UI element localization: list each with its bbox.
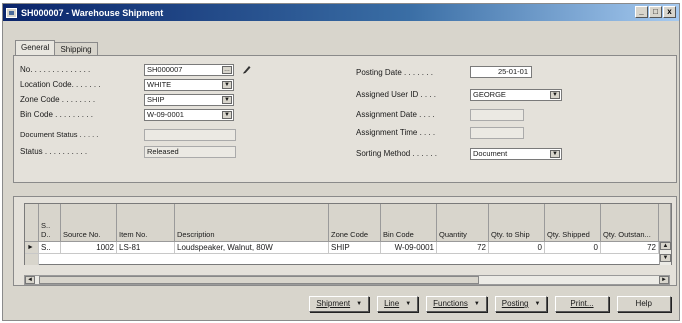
bin-code-field[interactable]: W-09-0001 ▼ [144, 109, 234, 121]
cell-qty-to-ship[interactable]: 0 [489, 242, 545, 254]
dropdown-arrow-icon: ▼ [356, 301, 363, 307]
posting-menu-button[interactable]: Posting ▼ [494, 296, 548, 312]
window-title: SH000007 - Warehouse Shipment [21, 7, 164, 18]
sorting-method-field[interactable]: Document ▼ [470, 148, 562, 160]
status-value: Released [147, 147, 179, 156]
window-app-icon [6, 7, 17, 18]
no-value: SH000007 [147, 65, 183, 74]
column-header-qty-shipped[interactable]: Qty. Shipped [545, 204, 601, 242]
cell-bin-code[interactable]: W-09-0001 [381, 242, 437, 254]
help-button-label: Help [635, 299, 652, 308]
sorting-method-label: Sorting Method . . . . . . [356, 149, 437, 158]
print-button[interactable]: Print... [555, 296, 609, 312]
empty-row-selector[interactable] [25, 254, 39, 265]
column-header-source-no[interactable]: Source No. [61, 204, 117, 242]
zone-code-field[interactable]: SHIP ▼ [144, 94, 234, 106]
cell-quantity[interactable]: 72 [437, 242, 489, 254]
minimize-button[interactable]: _ [635, 6, 648, 18]
zone-code-value: SHIP [147, 95, 165, 104]
assignment-date-label: Assignment Date . . . . [356, 110, 435, 119]
vertical-scrollbar[interactable]: ▲ ▼ [659, 242, 671, 265]
document-status-label: Document Status . . . . . [20, 130, 99, 139]
column-header-bin-code[interactable]: Bin Code [381, 204, 437, 242]
no-field[interactable]: SH000007 … [144, 64, 234, 76]
line-button-label: Line [384, 299, 400, 308]
dropdown-arrow-icon[interactable]: ▼ [222, 81, 232, 89]
functions-button-label: Functions [433, 299, 468, 308]
assignment-time-label: Assignment Time . . . . [356, 128, 436, 137]
cell-item-no[interactable]: LS-81 [117, 242, 175, 254]
assignment-date-field [470, 109, 524, 121]
cell-qty-shipped[interactable]: 0 [545, 242, 601, 254]
posting-button-label: Posting [501, 299, 529, 308]
lines-grid[interactable]: S.. D.. Source No. Item No. Description … [24, 203, 672, 265]
column-header-source-document[interactable]: S.. D.. [39, 204, 61, 242]
assigned-user-id-value: GEORGE [473, 90, 506, 99]
column-header-quantity[interactable]: Quantity [437, 204, 489, 242]
column-header-zone-code[interactable]: Zone Code [329, 204, 381, 242]
maximize-button[interactable]: □ [649, 6, 662, 18]
line-menu-button[interactable]: Line ▼ [377, 296, 419, 312]
posting-date-value: 25-01-01 [497, 67, 528, 76]
posting-date-field[interactable]: 25-01-01 [470, 66, 532, 78]
location-code-label: Location Code. . . . . . . [20, 80, 101, 89]
zone-code-label: Zone Code . . . . . . . . [20, 95, 96, 104]
bin-code-value: W-09-0001 [147, 110, 184, 119]
assigned-user-id-field[interactable]: GEORGE ▼ [470, 89, 562, 101]
action-button-bar: Shipment ▼ Line ▼ Functions ▼ Posting ▼ … [309, 296, 671, 312]
cell-zone-code[interactable]: SHIP [329, 242, 381, 254]
general-panel: No. . . . . . . . . . . . . . SH000007 …… [13, 55, 677, 183]
column-header-qty-outstanding[interactable]: Qty. Outstan... [601, 204, 659, 242]
cell-qty-outstanding[interactable]: 72 [601, 242, 659, 254]
dropdown-arrow-icon[interactable]: ▼ [222, 96, 232, 104]
cell-description[interactable]: Loudspeaker, Walnut, 80W [175, 242, 329, 254]
horizontal-scroll-thumb[interactable] [39, 276, 479, 284]
assignment-time-field [470, 127, 524, 139]
column-header-description[interactable]: Description [175, 204, 329, 242]
shipment-button-label: Shipment [316, 299, 351, 308]
lines-area: S.. D.. Source No. Item No. Description … [13, 196, 677, 286]
location-code-field[interactable]: WHITE ▼ [144, 79, 234, 91]
sorting-method-value: Document [473, 149, 508, 158]
horizontal-scrollbar[interactable]: ◄ ► [24, 275, 670, 285]
pencil-icon[interactable] [242, 64, 252, 74]
warehouse-shipment-window: SH000007 - Warehouse Shipment _ □ x Gene… [2, 3, 680, 321]
status-field: Released [144, 146, 236, 158]
no-label: No. . . . . . . . . . . . . . [20, 65, 91, 74]
column-header-item-no[interactable]: Item No. [117, 204, 175, 242]
help-button[interactable]: Help [616, 296, 671, 312]
dropdown-arrow-icon[interactable]: ▼ [222, 111, 232, 119]
dropdown-arrow-icon: ▼ [534, 301, 541, 307]
bin-code-label: Bin Code . . . . . . . . . [20, 110, 93, 119]
header-filler [659, 204, 671, 242]
cell-source-document[interactable]: S.. [39, 242, 61, 254]
row-selector-arrow-icon[interactable]: ► [25, 242, 39, 254]
assist-edit-icon[interactable]: … [222, 66, 232, 74]
tab-general[interactable]: General [15, 40, 56, 56]
cell-source-no[interactable]: 1002 [61, 242, 117, 254]
dropdown-arrow-icon[interactable]: ▼ [550, 91, 560, 99]
dropdown-arrow-icon: ▼ [473, 301, 480, 307]
functions-menu-button[interactable]: Functions ▼ [426, 296, 487, 312]
shipment-menu-button[interactable]: Shipment ▼ [309, 296, 370, 312]
close-button[interactable]: x [663, 6, 676, 18]
dropdown-arrow-icon: ▼ [405, 301, 412, 307]
column-header-qty-to-ship[interactable]: Qty. to Ship [489, 204, 545, 242]
print-button-label: Print... [570, 299, 594, 308]
scroll-right-arrow-icon[interactable]: ► [659, 276, 669, 284]
row-selector-header [25, 204, 39, 242]
title-bar[interactable]: SH000007 - Warehouse Shipment _ □ x [3, 4, 679, 21]
location-code-value: WHITE [147, 80, 172, 89]
scroll-left-arrow-icon[interactable]: ◄ [25, 276, 35, 284]
assigned-user-id-label: Assigned User ID . . . . [356, 90, 437, 99]
scroll-up-arrow-icon[interactable]: ▲ [660, 242, 671, 250]
document-status-field [144, 129, 236, 141]
status-label: Status . . . . . . . . . . [20, 147, 88, 156]
scroll-down-arrow-icon[interactable]: ▼ [660, 254, 671, 262]
dropdown-arrow-icon[interactable]: ▼ [550, 150, 560, 158]
posting-date-label: Posting Date . . . . . . . [356, 68, 433, 77]
